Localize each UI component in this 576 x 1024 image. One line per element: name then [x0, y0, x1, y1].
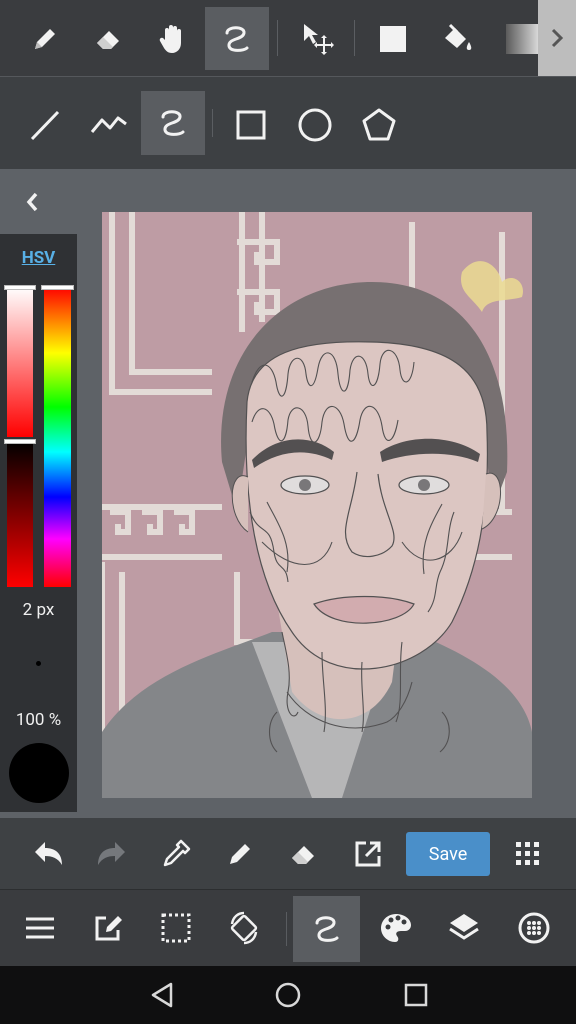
eraser-tool[interactable]: [86, 16, 132, 62]
undo-icon: [35, 842, 62, 865]
chevron-left-icon: [26, 192, 38, 212]
eraser-button[interactable]: [282, 832, 326, 876]
home-icon: [275, 982, 301, 1008]
grid-button[interactable]: [506, 832, 550, 876]
grid-icon: [516, 842, 539, 865]
lasso-tool[interactable]: [205, 7, 269, 70]
color-mode-link[interactable]: HSV: [0, 248, 77, 268]
line-tool[interactable]: [22, 102, 68, 148]
back-icon: [151, 982, 173, 1008]
palette-button[interactable]: [374, 906, 418, 950]
edit-button[interactable]: [86, 906, 130, 950]
menu-toolbar: [0, 889, 576, 967]
hand-icon: [159, 25, 181, 53]
saturation-slider[interactable]: [7, 287, 33, 437]
lasso-icon: [315, 916, 338, 942]
pentagon-icon: [362, 108, 396, 141]
brush-size-label[interactable]: 2 px: [0, 600, 77, 620]
polyline-tool[interactable]: [86, 102, 132, 148]
redo-button[interactable]: [90, 834, 134, 874]
line-icon: [30, 110, 60, 141]
circle-icon: [298, 108, 332, 142]
polyline-icon: [90, 116, 127, 133]
menu-button[interactable]: [18, 906, 62, 950]
polygon-tool[interactable]: [356, 102, 402, 148]
settings-icon: [518, 912, 550, 944]
canvas-artwork: [102, 212, 532, 798]
pen-icon: [230, 844, 250, 864]
circle-tool[interactable]: [292, 102, 338, 148]
eyedropper-button[interactable]: [154, 832, 198, 876]
curve-icon: [161, 110, 185, 136]
rectangle-tool[interactable]: [228, 102, 274, 148]
rectangle-icon: [236, 110, 266, 140]
hue-handle[interactable]: [41, 285, 74, 290]
layers-icon: [449, 914, 479, 940]
nav-home-button[interactable]: [266, 974, 310, 1016]
recents-icon: [404, 983, 428, 1007]
saturation-handle[interactable]: [4, 285, 36, 290]
bucket-icon: [445, 23, 472, 50]
eraser-icon: [97, 31, 119, 49]
nav-back-button[interactable]: [140, 974, 184, 1016]
lasso-icon: [225, 25, 249, 52]
selection-button[interactable]: [154, 906, 198, 950]
layers-button[interactable]: [442, 906, 486, 950]
fill-rect-tool[interactable]: [370, 16, 416, 62]
eraser-icon: [292, 846, 314, 864]
move-icon: [304, 24, 334, 55]
opacity-label[interactable]: 100 %: [0, 710, 77, 730]
brush-preview-dot: [36, 661, 41, 666]
hue-slider[interactable]: [44, 287, 71, 587]
fill-rect-icon: [380, 26, 406, 52]
drawing-canvas[interactable]: [102, 212, 532, 798]
brightness-handle[interactable]: [4, 439, 36, 444]
gradient-icon[interactable]: [506, 24, 538, 54]
rotate-button[interactable]: [222, 906, 266, 950]
system-navigation-bar: [0, 966, 576, 1024]
pencil-tool[interactable]: [22, 16, 68, 62]
chevron-right-icon: [551, 28, 564, 48]
edit-icon: [95, 916, 122, 941]
pencil-icon: [35, 29, 55, 49]
pen-button[interactable]: [218, 832, 262, 876]
hand-tool[interactable]: [150, 16, 196, 62]
menu-icon: [26, 917, 54, 939]
rotate-icon: [230, 911, 258, 945]
palette-icon: [381, 914, 411, 942]
curve-tool[interactable]: [141, 91, 205, 155]
move-tool[interactable]: [295, 16, 341, 62]
bucket-tool[interactable]: [434, 16, 480, 62]
export-icon: [355, 841, 381, 867]
collapse-panel-button[interactable]: [18, 190, 46, 214]
redo-icon: [98, 842, 125, 865]
toolbar-more-button[interactable]: [538, 0, 576, 76]
shape-toolbar: [0, 77, 576, 169]
eyedropper-icon: [163, 839, 191, 867]
brightness-slider[interactable]: [7, 441, 33, 587]
save-button[interactable]: Save: [406, 832, 490, 876]
nav-recents-button[interactable]: [394, 974, 438, 1016]
undo-button[interactable]: [26, 834, 70, 874]
export-button[interactable]: [346, 832, 390, 876]
selection-icon: [161, 913, 191, 943]
current-color-swatch[interactable]: [9, 743, 69, 803]
main-toolbar: [0, 0, 576, 77]
settings-button[interactable]: [512, 906, 556, 950]
lasso-mode-button[interactable]: [293, 896, 360, 962]
